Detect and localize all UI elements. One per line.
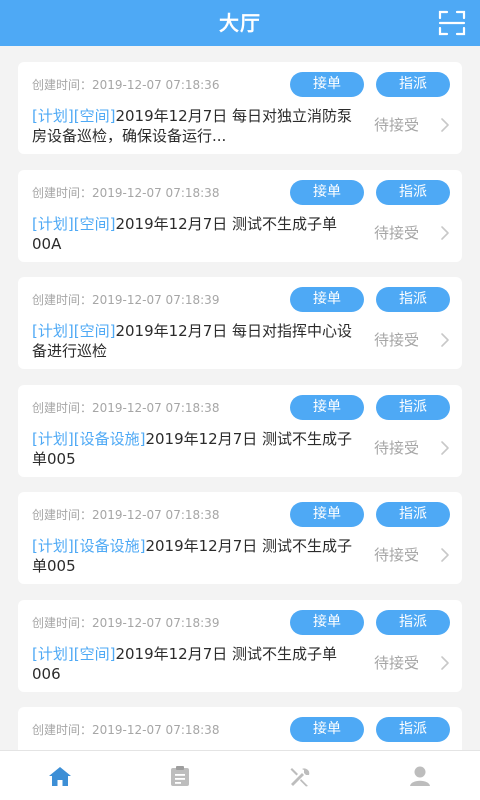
user-icon (410, 766, 430, 786)
task-card[interactable]: 创建时间：2019-12-07 07:18:39 接单 指派 [计划][空间]2… (18, 277, 462, 369)
status-label: 待接受 (374, 653, 420, 672)
assign-button[interactable]: 指派 (376, 502, 450, 527)
status-label: 待接受 (374, 331, 420, 349)
accept-button[interactable]: 接单 (290, 72, 364, 97)
chevron-right-icon[interactable] (440, 655, 450, 671)
task-tag: [计划] (32, 322, 74, 340)
assign-button[interactable]: 指派 (376, 609, 450, 635)
task-tag: [设备设施] (73, 429, 146, 448)
task-title: [计划][空间]2019年12月7日 测试不生成子单00A (32, 214, 362, 254)
task-tag: [计划] (32, 644, 74, 663)
task-tag: [空间] (73, 214, 116, 233)
task-title: [计划][设备设施]2019年12月7日 测试不生成子单005 (32, 536, 362, 576)
chevron-right-icon[interactable] (440, 440, 450, 456)
chevron-right-icon[interactable] (440, 117, 450, 133)
assign-button[interactable]: 指派 (376, 179, 450, 205)
task-tag: [计划] (32, 214, 74, 233)
assign-button[interactable]: 指派 (376, 72, 450, 97)
status-label: 待接受 (374, 223, 420, 242)
bottom-tab-bar (0, 750, 480, 800)
chevron-right-icon[interactable] (440, 225, 450, 241)
task-card[interactable]: 创建时间：2019-12-07 07:18:38 接单 指派 [计划][设备设施… (18, 384, 462, 477)
created-time: 创建时间：2019-12-07 07:18:38 (32, 400, 220, 415)
status-label: 待接受 (374, 438, 420, 457)
assign-button[interactable]: 指派 (376, 287, 450, 312)
accept-button[interactable]: 接单 (290, 287, 364, 312)
home-icon (49, 767, 71, 786)
accept-button[interactable]: 接单 (290, 717, 364, 742)
created-time: 创建时间：2019-12-07 07:18:38 (32, 185, 220, 200)
accept-button[interactable]: 接单 (290, 179, 364, 205)
task-tag: [计划] (32, 537, 74, 555)
created-time: 创建时间：2019-12-07 07:18:39 (32, 293, 220, 307)
task-card[interactable]: 创建时间：2019-12-07 07:18:38 接单 指派 [计划][设备设施… (18, 492, 462, 584)
tab-tools[interactable] (288, 765, 312, 787)
accept-button[interactable]: 接单 (290, 502, 364, 527)
app-header: 大厅 (0, 0, 480, 46)
task-card[interactable]: 创建时间：2019-12-07 07:18:38 接单 指派 [计划][空间]2… (18, 169, 462, 262)
created-time: 创建时间：2019-12-07 07:18:39 (32, 615, 220, 630)
scan-icon[interactable] (438, 10, 466, 36)
task-tag: [空间] (73, 107, 116, 125)
clipboard-icon (171, 766, 189, 786)
tab-orders[interactable] (168, 765, 192, 787)
task-tag: [空间] (73, 644, 116, 663)
task-card[interactable]: 创建时间：2019-12-07 07:18:36 接单 指派 [计划][空间]2… (18, 62, 462, 154)
task-title: [计划][空间]2019年12月7日 每日对独立消防泵房设备巡检，确保设备运行.… (32, 106, 362, 146)
accept-button[interactable]: 接单 (290, 394, 364, 420)
status-label: 待接受 (374, 546, 420, 564)
tab-home[interactable] (48, 765, 72, 787)
created-time: 创建时间：2019-12-07 07:18:38 (32, 723, 220, 737)
task-tag: [计划] (32, 107, 74, 125)
task-tag: [设备设施] (73, 537, 146, 555)
task-title: [计划][设备设施]2019年12月7日 测试不生成子单005 (32, 429, 362, 469)
created-time: 创建时间：2019-12-07 07:18:36 (32, 78, 220, 92)
task-card[interactable]: 创建时间：2019-12-07 07:18:38 接单 指派 (18, 707, 462, 750)
tools-icon (290, 768, 310, 787)
assign-button[interactable]: 指派 (376, 394, 450, 420)
accept-button[interactable]: 接单 (290, 609, 364, 635)
task-title: [计划][空间]2019年12月7日 测试不生成子单006 (32, 644, 362, 684)
created-time: 创建时间：2019-12-07 07:18:38 (32, 508, 220, 522)
task-title: [计划][空间]2019年12月7日 每日对指挥中心设备进行巡检 (32, 321, 362, 361)
task-tag: [计划] (32, 429, 74, 448)
task-card[interactable]: 创建时间：2019-12-07 07:18:39 接单 指派 [计划][空间]2… (18, 599, 462, 692)
chevron-right-icon[interactable] (440, 547, 450, 563)
tab-profile[interactable] (408, 765, 432, 787)
assign-button[interactable]: 指派 (376, 717, 450, 742)
chevron-right-icon[interactable] (440, 332, 450, 348)
page-title: 大厅 (219, 11, 261, 35)
task-list[interactable]: 创建时间：2019-12-07 07:18:36 接单 指派 [计划][空间]2… (0, 46, 480, 750)
status-label: 待接受 (374, 116, 420, 134)
task-tag: [空间] (73, 322, 116, 340)
